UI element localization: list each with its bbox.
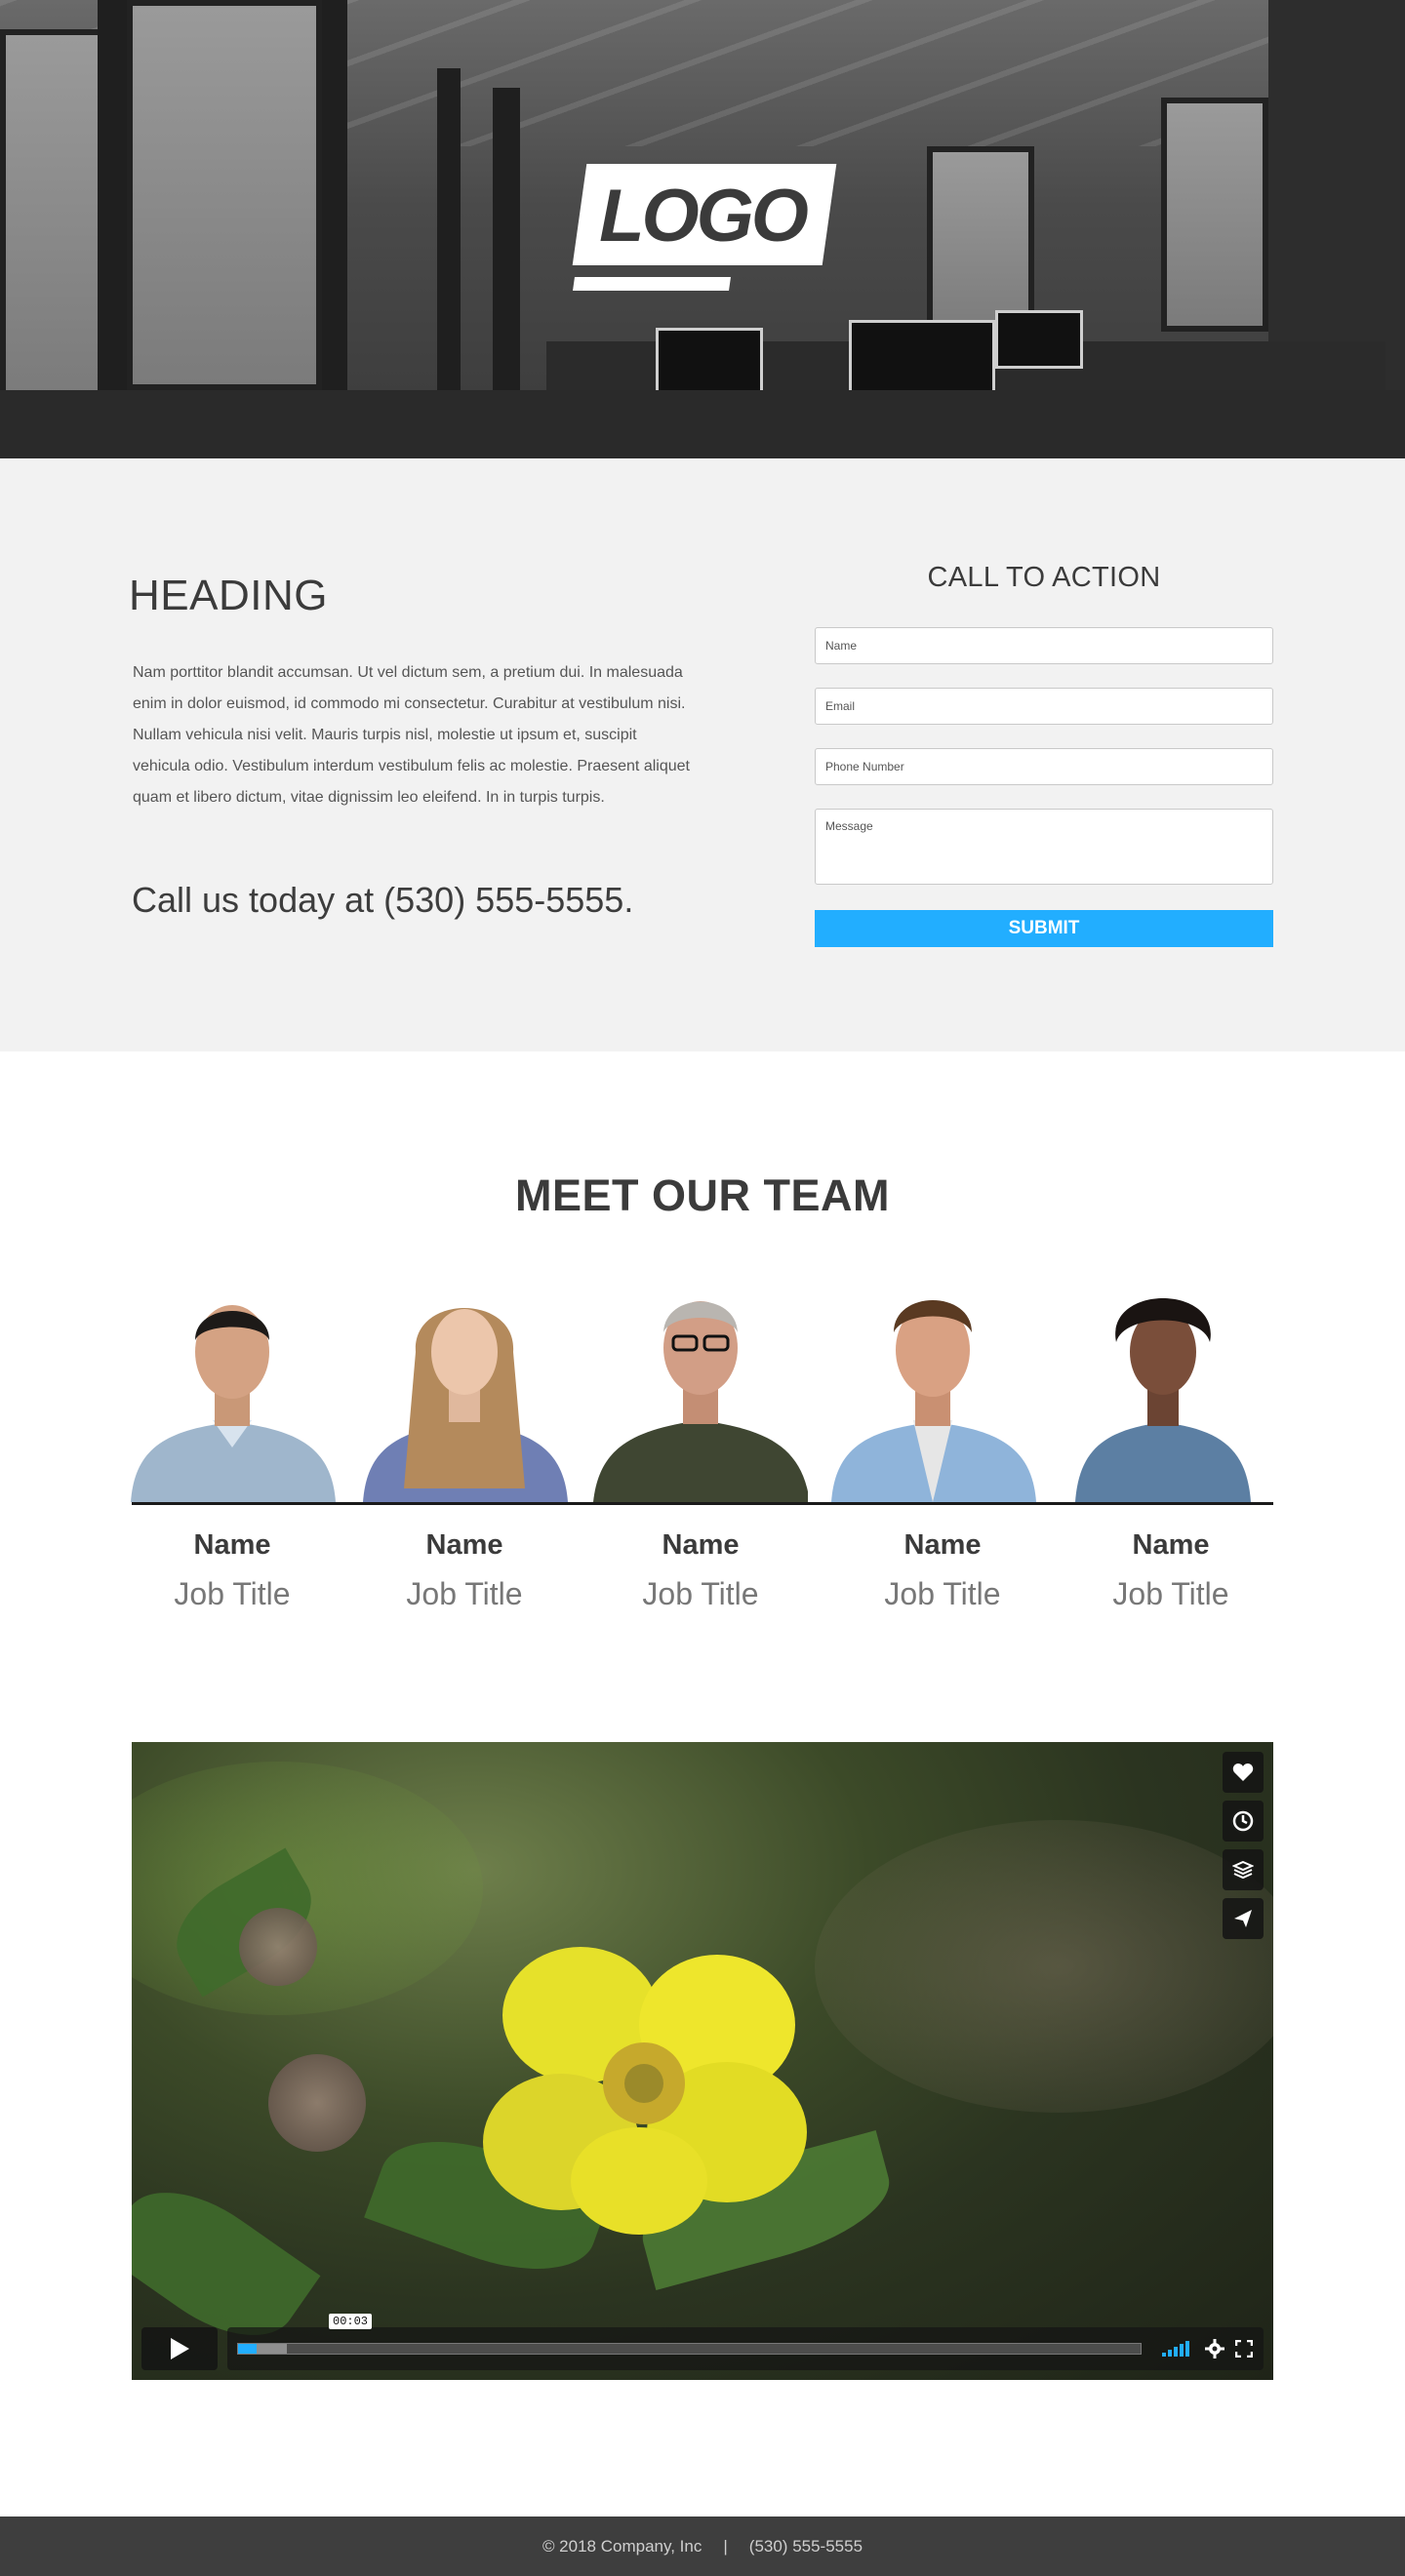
avatar: [593, 1301, 808, 1502]
footer: © 2018 Company, Inc | (530) 555-5555: [0, 2517, 1405, 2576]
member-name: Name: [425, 1529, 503, 1561]
video-control-bar: 00:03: [227, 2314, 1264, 2370]
team-member-photo: [593, 1274, 808, 1502]
team-divider: [132, 1502, 1273, 1505]
video-controls: 00:03: [141, 2314, 1264, 2370]
member-name: Name: [903, 1529, 982, 1561]
share-button[interactable]: [1223, 1898, 1264, 1939]
avatar: [131, 1305, 336, 1502]
member-name: Name: [193, 1529, 271, 1561]
member-job-title: Job Title: [1112, 1576, 1229, 1611]
hero-window: [1161, 98, 1268, 332]
logo[interactable]: LOGO: [572, 164, 837, 295]
intro-section: HEADING Nam porttitor blandit accumsan. …: [0, 458, 1405, 1051]
member-job-title: Job Title: [174, 1576, 291, 1611]
gear-icon: [1205, 2339, 1224, 2358]
video-side-buttons: [1223, 1752, 1264, 1947]
play-icon: [171, 2338, 189, 2359]
member-job-title: Job Title: [642, 1576, 759, 1611]
play-button[interactable]: [141, 2327, 218, 2370]
avatar: [831, 1300, 1036, 1502]
settings-button[interactable]: [1203, 2337, 1226, 2360]
hero-monitor: [656, 328, 763, 396]
progress-played: [238, 2344, 257, 2354]
team-title: MEET OUR TEAM: [515, 1170, 890, 1220]
send-icon: [1234, 1910, 1252, 1927]
hero-monitor: [995, 310, 1083, 369]
message-input[interactable]: [815, 809, 1273, 885]
time-display: 00:03: [329, 2314, 373, 2329]
email-input[interactable]: [815, 688, 1273, 725]
section-heading: HEADING: [129, 572, 328, 619]
video-background: [815, 1820, 1273, 2113]
intro-paragraph: Nam porttitor blandit accumsan. Ut vel d…: [133, 664, 690, 806]
hero-banner: LOGO: [0, 0, 1405, 458]
footer-separator: |: [723, 2536, 728, 2556]
hero-window: [127, 0, 322, 390]
member-name: Name: [1132, 1529, 1210, 1561]
cta-title: CALL TO ACTION: [927, 562, 1161, 593]
footer-phone[interactable]: (530) 555-5555: [749, 2537, 863, 2556]
collections-button[interactable]: [1223, 1849, 1264, 1890]
footer-copyright: © 2018 Company, Inc: [542, 2536, 702, 2556]
avatar: [1075, 1298, 1251, 1502]
layers-icon: [1232, 1860, 1254, 1880]
team-member-photo: [125, 1274, 340, 1502]
member-name: Name: [662, 1529, 740, 1561]
submit-button[interactable]: SUBMIT: [815, 910, 1273, 947]
video-dried-flower: [268, 2054, 366, 2152]
video-yellow-flower: [483, 1947, 807, 2235]
logo-text: LOGO: [599, 175, 809, 258]
team-member-photo: [1056, 1274, 1270, 1502]
hero-window: [0, 29, 107, 400]
fullscreen-icon: [1235, 2340, 1253, 2358]
video-dried-flower: [239, 1908, 317, 1986]
team-member-photo: [357, 1274, 572, 1502]
call-us-text: Call us today at (530) 555-5555.: [132, 880, 634, 920]
like-button[interactable]: [1223, 1752, 1264, 1793]
hero-floor: [0, 390, 1405, 458]
clock-icon: [1232, 1810, 1254, 1832]
heart-icon: [1232, 1764, 1254, 1781]
progress-bar[interactable]: [237, 2343, 1142, 2355]
team-member-photo: [825, 1274, 1040, 1502]
member-job-title: Job Title: [884, 1576, 1001, 1611]
avatar: [363, 1308, 568, 1502]
watch-later-button[interactable]: [1223, 1801, 1264, 1842]
logo-underline: [573, 277, 731, 291]
member-job-title: Job Title: [406, 1576, 523, 1611]
fullscreen-button[interactable]: [1232, 2337, 1256, 2360]
video-player[interactable]: 00:03: [132, 1742, 1273, 2380]
volume-control[interactable]: [1162, 2341, 1191, 2357]
phone-input[interactable]: [815, 748, 1273, 785]
name-input[interactable]: [815, 627, 1273, 664]
